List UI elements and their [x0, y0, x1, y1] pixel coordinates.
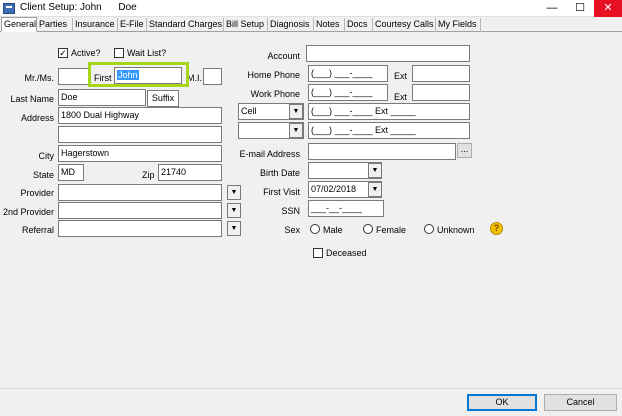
tab-standard-charges[interactable]: Standard Charges [147, 18, 224, 32]
suffix-field[interactable]: Suffix [147, 90, 179, 107]
provider2-label: 2nd Provider [2, 207, 54, 217]
email-field[interactable] [308, 143, 456, 160]
firstvisit-dropdown-button[interactable]: ▼ [368, 182, 382, 197]
window-title: Client Setup: John Doe [20, 2, 137, 13]
sex-female-label: Female [376, 225, 407, 235]
chevron-down-icon: ▼ [292, 127, 300, 134]
provider-label: Provider [20, 188, 54, 198]
account-field[interactable] [306, 45, 470, 62]
state-label: State [32, 170, 54, 180]
cancel-button[interactable]: Cancel [544, 394, 617, 411]
chevron-down-icon: ▼ [230, 189, 238, 196]
waitlist-checkbox[interactable] [114, 48, 124, 58]
ok-button[interactable]: OK [467, 394, 537, 411]
title-bar: Client Setup: John Doe — ☐ ✕ [0, 0, 622, 17]
chevron-down-icon: ▼ [230, 207, 238, 214]
referral-field[interactable] [58, 220, 222, 237]
lastname-label: Last Name [10, 94, 54, 104]
tab-general[interactable]: General [1, 17, 37, 32]
phone4-field[interactable]: (___) ___-____ Ext _____ [308, 122, 470, 139]
tab-insurance[interactable]: Insurance [73, 18, 118, 32]
first-name-value: John [117, 70, 139, 80]
mi-field[interactable] [203, 68, 222, 85]
sex-unknown-label: Unknown [437, 225, 475, 235]
help-icon[interactable]: ? [490, 222, 503, 235]
chevron-down-icon: ▼ [371, 186, 379, 193]
work-ext-label: Ext [394, 92, 408, 102]
lastname-field[interactable]: Doe [58, 89, 146, 106]
ssn-field[interactable]: ___-__-____ [308, 200, 384, 217]
work-ext-field[interactable] [412, 84, 470, 101]
tab-parties[interactable]: Parties [37, 18, 73, 32]
sex-unknown-radio[interactable] [424, 224, 434, 234]
birthdate-label: Birth Date [259, 168, 300, 178]
provider2-field[interactable] [58, 202, 222, 219]
email-label: E-mail Address [239, 149, 300, 159]
tab-courtesy-calls[interactable]: Courtesy Calls [373, 18, 436, 32]
minimize-button[interactable]: — [538, 0, 566, 17]
active-label: Active? [71, 48, 101, 58]
maximize-button[interactable]: ☐ [566, 0, 594, 17]
city-label: City [38, 151, 55, 161]
homephone-field[interactable]: (___) ___-____ [308, 65, 388, 82]
sex-male-label: Male [323, 225, 343, 235]
phone3-type-dropdown-button[interactable]: ▼ [289, 104, 303, 119]
birthdate-dropdown-button[interactable]: ▼ [368, 163, 382, 178]
close-button[interactable]: ✕ [594, 0, 622, 17]
mi-label: M.I. [187, 73, 202, 83]
active-checkbox[interactable]: ✓ [58, 48, 68, 58]
zip-field[interactable]: 21740 [158, 164, 222, 181]
phone3-field[interactable]: (___) ___-____ Ext _____ [308, 103, 470, 120]
app-icon [3, 3, 15, 14]
referral-dropdown-button[interactable]: ▼ [227, 221, 241, 236]
home-ext-field[interactable] [412, 65, 470, 82]
deceased-label: Deceased [326, 248, 367, 258]
firstvisit-value: 07/02/2018 [311, 184, 357, 194]
sex-label: Sex [284, 225, 300, 235]
deceased-checkbox[interactable] [313, 248, 323, 258]
phone4-type-dropdown-button[interactable]: ▼ [289, 123, 303, 138]
chevron-down-icon: ▼ [292, 108, 300, 115]
state-field[interactable]: MD [58, 164, 84, 181]
first-name-field[interactable]: John [114, 67, 182, 84]
first-label: First [94, 73, 112, 83]
address2-field[interactable] [58, 126, 222, 143]
mrms-field[interactable] [58, 68, 90, 85]
chevron-down-icon: ▼ [371, 167, 379, 174]
tab-bar: General Parties Insurance E-File Standar… [0, 17, 622, 32]
workphone-field[interactable]: (___) ___-____ [308, 84, 388, 101]
waitlist-label: Wait List? [127, 48, 167, 58]
zip-label: Zip [142, 170, 155, 180]
sex-female-radio[interactable] [363, 224, 373, 234]
referral-label: Referral [21, 225, 54, 235]
workphone-label: Work Phone [250, 89, 300, 99]
tab-notes[interactable]: Notes [314, 18, 345, 32]
account-label: Account [267, 51, 300, 61]
home-ext-label: Ext [394, 71, 408, 81]
tab-my-fields[interactable]: My Fields [436, 18, 481, 32]
tab-docs[interactable]: Docs [345, 18, 373, 32]
chevron-down-icon: ▼ [230, 225, 238, 232]
phone3-type-value: Cell [241, 106, 257, 116]
mrms-label: Mr./Ms. [24, 73, 55, 83]
city-field[interactable]: Hagerstown [58, 145, 222, 162]
provider-field[interactable] [58, 184, 222, 201]
address1-field[interactable]: 1800 Dual Highway [58, 107, 222, 124]
provider2-dropdown-button[interactable]: ▼ [227, 203, 241, 218]
tab-diagnosis[interactable]: Diagnosis [268, 18, 314, 32]
email-browse-button[interactable]: ... [457, 143, 472, 158]
tab-efile[interactable]: E-File [118, 18, 147, 32]
tab-bill-setup[interactable]: Bill Setup [224, 18, 268, 32]
homephone-label: Home Phone [247, 70, 300, 80]
sex-male-radio[interactable] [310, 224, 320, 234]
ssn-label: SSN [281, 206, 300, 216]
firstvisit-label: First Visit [263, 187, 300, 197]
provider-dropdown-button[interactable]: ▼ [227, 185, 241, 200]
address-label: Address [20, 113, 54, 123]
